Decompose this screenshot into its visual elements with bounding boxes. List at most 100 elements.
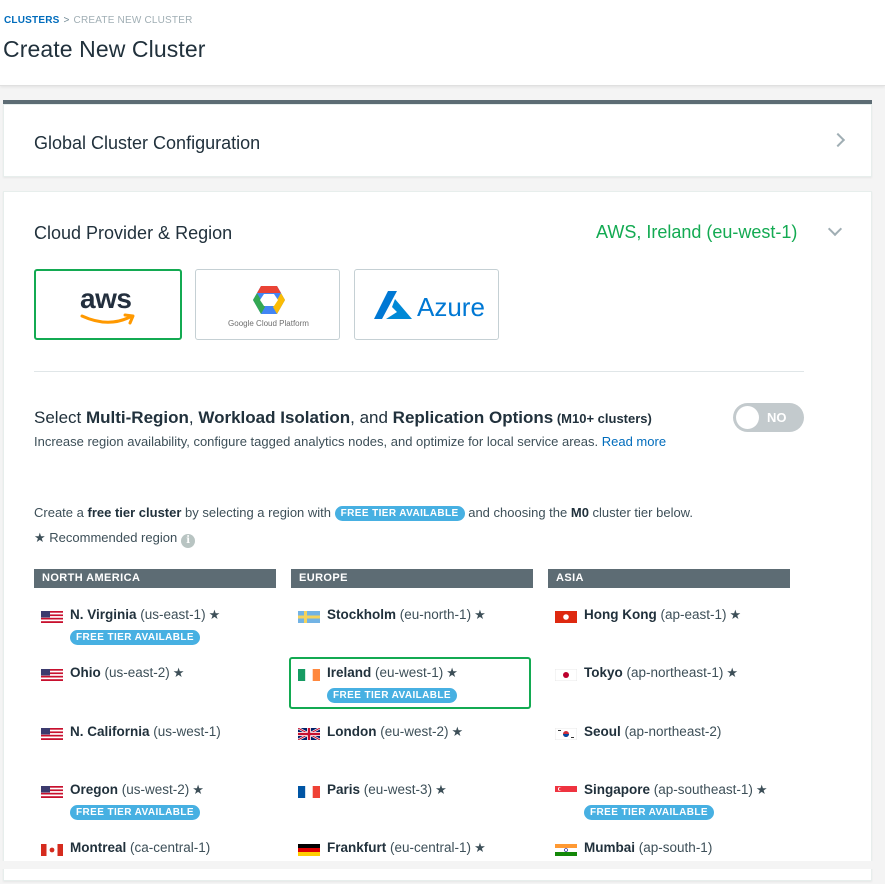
region-code: (ap-northeast-2) xyxy=(624,724,722,739)
section-divider xyxy=(34,371,804,372)
region-name: Montreal xyxy=(70,840,127,855)
region-label: Mumbai (ap-south-1) xyxy=(584,840,712,855)
recommended-star-icon: ★ xyxy=(446,665,458,680)
region-option-frankfurt[interactable]: Frankfurt (eu-central-1) ★ xyxy=(289,832,531,884)
region-code: (eu-west-2) xyxy=(380,724,449,739)
recommended-star-icon: ★ xyxy=(755,782,768,797)
free-text-3: by selecting a region with xyxy=(181,505,335,520)
free-text-4: and choosing the xyxy=(464,505,571,520)
multi-title-suffix: (M10+ clusters) xyxy=(553,411,652,426)
region-name: Ireland xyxy=(327,665,372,680)
region-option-stockholm[interactable]: Stockholm (eu-north-1) ★ xyxy=(289,599,531,651)
region-label: Paris (eu-west-3) ★ xyxy=(327,782,447,798)
region-option-ohio[interactable]: Ohio (us-east-2) ★ xyxy=(32,657,274,709)
region-name: Mumbai xyxy=(584,840,636,855)
provider-azure-button[interactable]: Azure xyxy=(354,269,499,340)
flag-us-icon xyxy=(41,728,63,740)
flag-hk-icon xyxy=(555,611,577,623)
flag-in-icon xyxy=(555,844,577,856)
region-code: (eu-central-1) xyxy=(390,840,472,855)
global-cluster-config-title: Global Cluster Configuration xyxy=(34,133,261,153)
multi-title-sep2: , and xyxy=(350,408,393,427)
region-name: N. California xyxy=(70,724,150,739)
chevron-right-icon[interactable] xyxy=(830,132,846,148)
multi-title-opt3: Replication Options xyxy=(392,408,554,427)
region-name: Paris xyxy=(327,782,361,797)
region-option-montreal[interactable]: Montreal (ca-central-1) xyxy=(32,832,274,884)
free-text-2: free tier cluster xyxy=(87,505,182,520)
flag-gb-icon xyxy=(298,728,320,740)
flag-us-icon xyxy=(41,669,63,681)
region-label: Stockholm (eu-north-1) ★ xyxy=(327,607,486,623)
region-label: Ohio (us-east-2) ★ xyxy=(70,665,184,681)
region-option-paris[interactable]: Paris (eu-west-3) ★ xyxy=(289,774,531,826)
region-name: Singapore xyxy=(584,782,651,797)
aws-smile-icon xyxy=(80,313,135,325)
recommended-star-icon: ★ xyxy=(192,782,204,797)
multi-region-title: Select Multi-Region, Workload Isolation,… xyxy=(34,408,652,428)
cloud-provider-title: Cloud Provider & Region xyxy=(34,223,233,243)
region-label: Tokyo (ap-northeast-1) ★ xyxy=(584,665,738,681)
region-code: (ap-east-1) xyxy=(660,607,727,622)
region-label: Seoul (ap-northeast-2) xyxy=(584,724,721,739)
info-icon[interactable]: i xyxy=(181,534,196,548)
region-option-n-virginia[interactable]: N. Virginia (us-east-1) ★ FREE TIER AVAILA… xyxy=(32,599,274,651)
region-label: N. California (us-west-1) xyxy=(70,724,221,739)
page-title: Create New Cluster xyxy=(3,36,206,62)
cloud-provider-region-panel: Cloud Provider & Region AWS, Ireland (eu… xyxy=(3,191,872,881)
region-name: Oregon xyxy=(70,782,119,797)
multi-region-description: Increase region availability, configure … xyxy=(34,434,666,449)
region-label: N. Virginia (us-east-1) ★ xyxy=(70,607,220,623)
region-name: Seoul xyxy=(584,724,621,739)
region-label: Montreal (ca-central-1) xyxy=(70,840,210,855)
provider-gcp-button[interactable]: Google Cloud Platform xyxy=(195,269,340,340)
region-option-n-california[interactable]: N. California (us-west-1) xyxy=(32,716,274,768)
flag-jp-icon xyxy=(555,669,577,681)
global-cluster-config-panel[interactable]: Global Cluster Configuration xyxy=(3,104,872,177)
chevron-down-icon[interactable] xyxy=(827,221,843,237)
free-tier-badge: FREE TIER AVAILABLE xyxy=(70,630,200,645)
flag-de-icon xyxy=(298,844,320,856)
free-tier-instructions: Create a free tier cluster by selecting … xyxy=(34,505,693,521)
region-option-london[interactable]: London (eu-west-2) ★ xyxy=(289,716,531,768)
region-name: London xyxy=(327,724,377,739)
recommended-star-icon: ★ xyxy=(172,665,185,680)
region-code: (us-west-2) xyxy=(121,782,190,797)
region-option-mumbai[interactable]: Mumbai (ap-south-1) xyxy=(546,832,788,884)
region-option-seoul[interactable]: Seoul (ap-northeast-2) xyxy=(546,716,788,768)
region-label: London (eu-west-2) ★ xyxy=(327,724,463,740)
region-option-tokyo[interactable]: Tokyo (ap-northeast-1) ★ xyxy=(546,657,788,709)
recommended-star-icon: ★ xyxy=(474,840,486,855)
recommended-star-icon: ★ xyxy=(729,607,742,622)
multi-title-opt2: Workload Isolation xyxy=(198,408,351,427)
free-text-6: cluster tier below. xyxy=(588,505,693,520)
page-header: CLUSTERS > CREATE NEW CLUSTER Create New C… xyxy=(0,0,885,86)
recommended-label: Recommended region xyxy=(49,530,178,545)
region-code: (ap-northeast-1) xyxy=(626,665,724,680)
breadcrumb-clusters-link[interactable]: CLUSTERS xyxy=(4,15,60,26)
selected-region-summary[interactable]: AWS, Ireland (eu-west-1) xyxy=(596,222,797,243)
free-text-1: Create a xyxy=(34,505,88,520)
region-name: Hong Kong xyxy=(584,607,657,622)
region-label: Oregon (us-west-2) ★ xyxy=(70,782,204,798)
region-option-ireland[interactable]: Ireland (eu-west-1) ★ FREE TIER AVAILABLE xyxy=(289,657,531,709)
region-code: (ap-southeast-1) xyxy=(653,782,753,797)
region-option-oregon[interactable]: Oregon (us-west-2) ★ FREE TIER AVAILABLE xyxy=(32,774,274,826)
region-option-singapore[interactable]: Singapore (ap-southeast-1) ★ FREE TIER AVA… xyxy=(546,774,788,826)
region-name: N. Virginia xyxy=(70,607,137,622)
flag-se-icon xyxy=(298,611,320,623)
recommended-star-icon: ★ xyxy=(435,782,447,797)
flag-kr-icon xyxy=(555,728,577,740)
region-code: (us-east-1) xyxy=(140,607,206,622)
azure-logo-text: Azure xyxy=(417,292,485,322)
region-option-hong-kong[interactable]: Hong Kong (ap-east-1) ★ xyxy=(546,599,788,651)
free-tier-badge: FREE TIER AVAILABLE xyxy=(70,805,200,820)
read-more-link[interactable]: Read more xyxy=(602,434,666,449)
provider-aws-button[interactable]: aws xyxy=(34,269,182,340)
star-icon: ★ xyxy=(34,530,46,545)
region-code: (ap-south-1) xyxy=(638,840,713,855)
region-code: (ca-central-1) xyxy=(130,840,211,855)
region-label: Frankfurt (eu-central-1) ★ xyxy=(327,840,486,856)
multi-region-toggle[interactable]: NO xyxy=(733,403,804,432)
column-header-asia: ASIA xyxy=(548,569,790,588)
